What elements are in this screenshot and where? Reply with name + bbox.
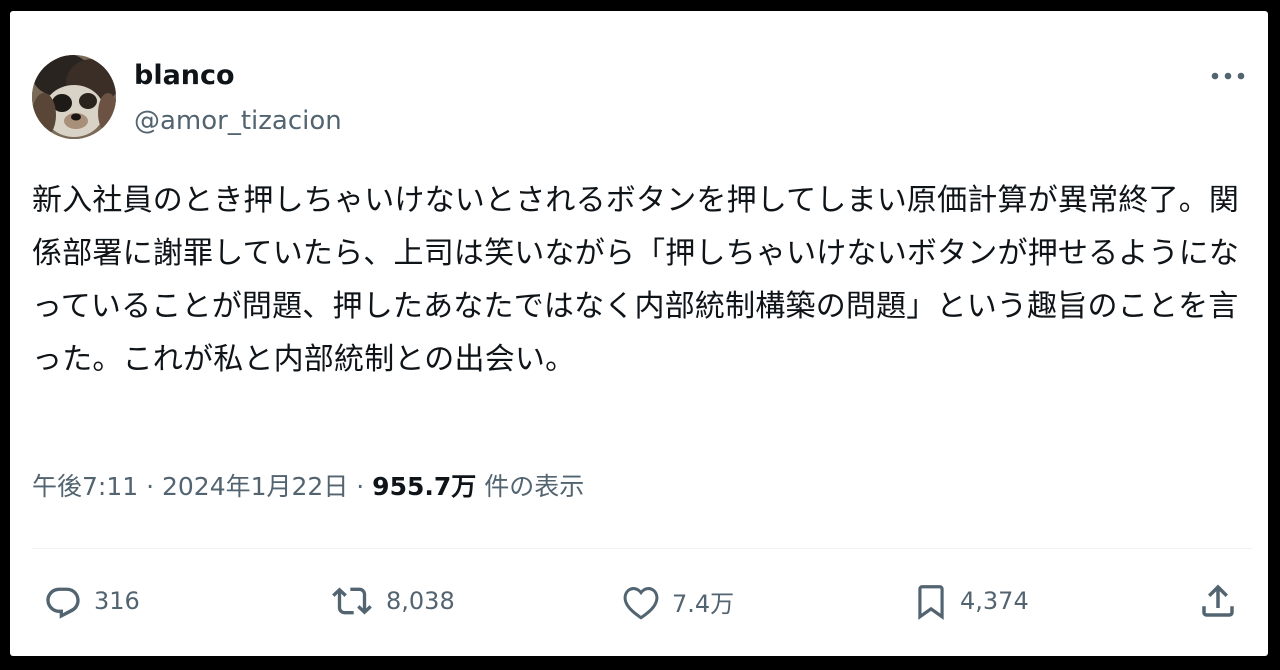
- retweet-count: 8,038: [386, 587, 455, 615]
- meta-separator: ·: [138, 472, 162, 501]
- divider: [32, 548, 1252, 549]
- author-display-name[interactable]: blanco: [134, 58, 235, 94]
- avatar[interactable]: [32, 55, 116, 139]
- tweet-meta: 午後7:11 · 2024年1月22日 · 955.7万 件の表示: [32, 467, 584, 507]
- tweet-time[interactable]: 午後7:11: [32, 472, 138, 501]
- heart-icon: [623, 586, 659, 620]
- reply-icon: [46, 587, 80, 619]
- bookmark-button[interactable]: 4,374: [912, 579, 1029, 623]
- meta-separator: ·: [348, 472, 373, 501]
- tweet-card: blanco @amor_tizacion 新入社員のとき押しちゃいけないとされ…: [10, 11, 1268, 656]
- more-icon: [1211, 72, 1245, 80]
- bookmark-count: 4,374: [960, 587, 1029, 615]
- tweet-date[interactable]: 2024年1月22日: [162, 472, 348, 501]
- reply-count: 316: [94, 587, 140, 615]
- retweet-icon: [332, 587, 372, 615]
- retweet-button[interactable]: 8,038: [328, 579, 455, 623]
- views-label: 件の表示: [476, 472, 585, 501]
- bookmark-icon: [918, 585, 944, 620]
- avatar-image: [32, 55, 116, 139]
- like-button[interactable]: 7.4万: [620, 579, 734, 623]
- views-count: 955.7万: [372, 472, 477, 501]
- like-count: 7.4万: [672, 589, 735, 618]
- share-button[interactable]: [1196, 579, 1240, 623]
- more-options-button[interactable]: [1206, 61, 1250, 91]
- author-handle[interactable]: @amor_tizacion: [134, 103, 342, 139]
- reply-button[interactable]: 316: [42, 579, 140, 623]
- share-icon: [1202, 584, 1234, 617]
- tweet-text: 新入社員のとき押しちゃいけないとされるボタンを押してしまい原価計算が異常終了。関…: [32, 183, 1240, 377]
